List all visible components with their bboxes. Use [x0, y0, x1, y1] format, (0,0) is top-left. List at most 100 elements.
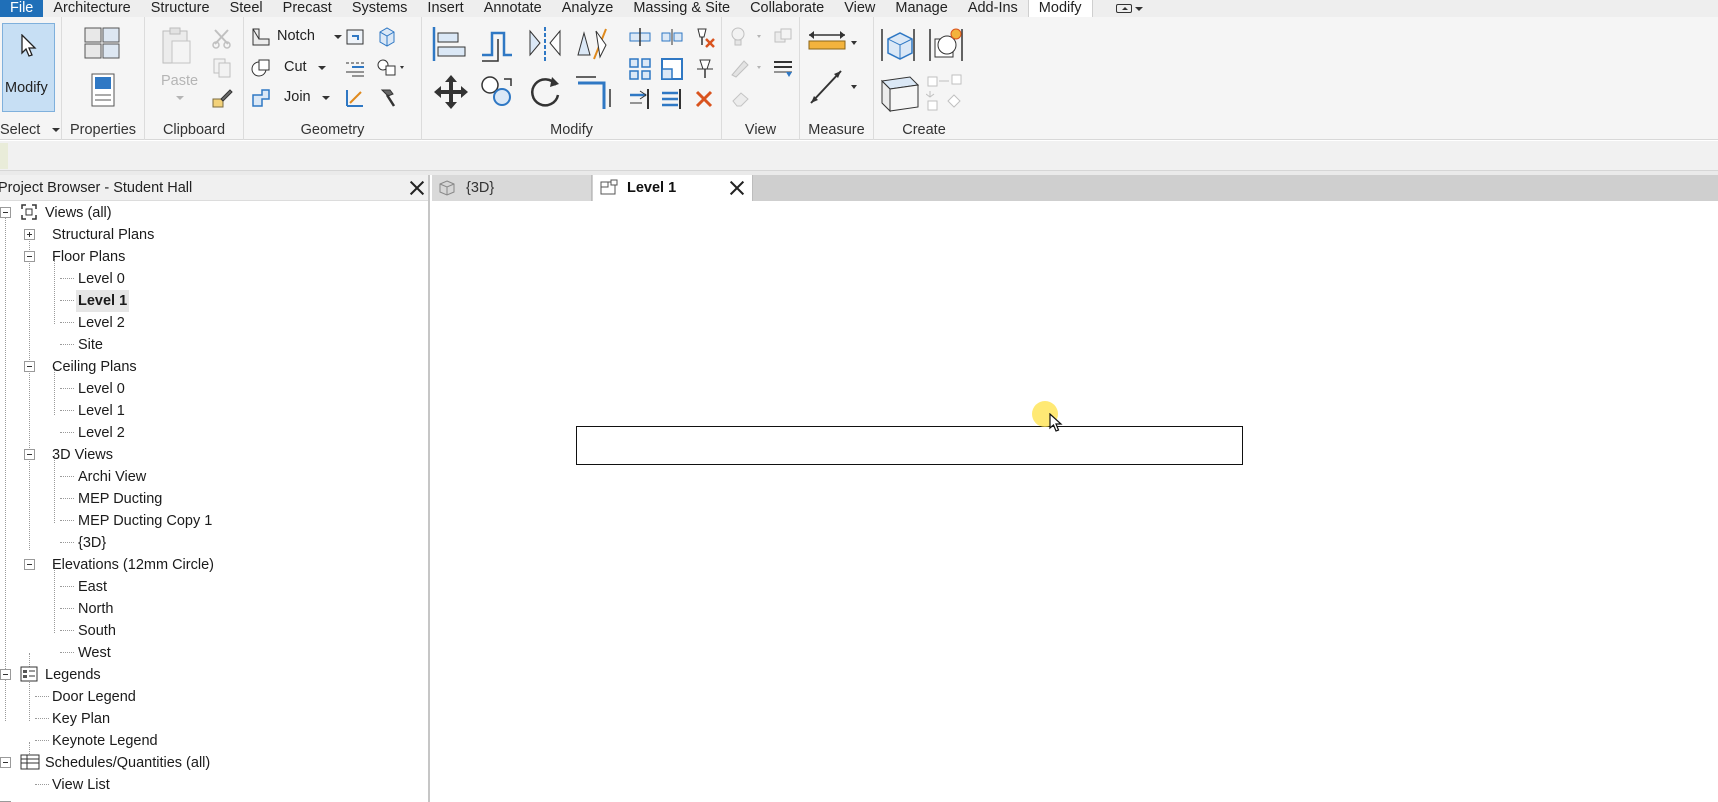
mirror-draw-axis-icon[interactable]: [574, 25, 612, 63]
collapse-toggle[interactable]: [24, 251, 35, 262]
paste-icon[interactable]: [160, 27, 194, 67]
create-similar-icon[interactable]: [926, 25, 966, 65]
rotate-icon[interactable]: [526, 73, 564, 111]
collapse-toggle[interactable]: [24, 449, 35, 460]
aligned-dimension-icon[interactable]: [807, 67, 857, 107]
tab-3d-view[interactable]: {3D}: [432, 175, 592, 201]
tree-ceiling-level-1[interactable]: Level 1: [78, 400, 125, 422]
cut-geometry-button[interactable]: Cut: [250, 57, 336, 79]
copy-element-icon[interactable]: [478, 73, 516, 111]
align-icon[interactable]: [430, 25, 468, 63]
tree-legends[interactable]: Legends: [45, 664, 101, 686]
tree-floor-plans[interactable]: Floor Plans: [52, 246, 125, 268]
unpin-icon[interactable]: [692, 25, 716, 49]
collapse-toggle[interactable]: [0, 669, 11, 680]
tab-manage[interactable]: Manage: [885, 0, 957, 17]
modify-button[interactable]: Modify: [2, 23, 55, 112]
tree-3d-views[interactable]: 3D Views: [52, 444, 113, 466]
tree-view-list[interactable]: View List: [52, 774, 110, 796]
array-icon[interactable]: [628, 57, 652, 81]
tree-ceiling-level-2[interactable]: Level 2: [78, 422, 125, 444]
paint-icon[interactable]: [376, 57, 406, 79]
tree-mep-ducting[interactable]: MEP Ducting: [78, 488, 162, 510]
tab-view[interactable]: View: [834, 0, 885, 17]
tree-floor-level-0[interactable]: Level 0: [78, 268, 125, 290]
create-assembly-icon[interactable]: [878, 25, 918, 65]
tab-collaborate[interactable]: Collaborate: [740, 0, 834, 17]
tree-structural-plans[interactable]: Structural Plans: [52, 224, 154, 246]
linework-view-icon[interactable]: [772, 57, 794, 79]
tab-annotate[interactable]: Annotate: [474, 0, 552, 17]
tab-massing-site[interactable]: Massing & Site: [623, 0, 740, 17]
eraser-icon[interactable]: [729, 87, 751, 109]
tree-schedules[interactable]: Schedules/Quantities (all): [45, 752, 210, 774]
select-dropdown[interactable]: Select: [0, 122, 61, 138]
notch-button[interactable]: Notch: [250, 26, 342, 48]
cut-icon[interactable]: [211, 27, 233, 49]
copy-icon[interactable]: [211, 57, 233, 79]
options-bar-grip[interactable]: [0, 143, 8, 169]
tab-analyze[interactable]: Analyze: [552, 0, 624, 17]
tree-ceiling-level-0[interactable]: Level 0: [78, 378, 125, 400]
tree-south[interactable]: South: [78, 620, 116, 642]
tab-steel[interactable]: Steel: [220, 0, 273, 17]
tab-architecture[interactable]: Architecture: [43, 0, 140, 17]
scale-icon[interactable]: [660, 57, 684, 81]
tree-keynote-legend[interactable]: Keynote Legend: [52, 730, 158, 752]
split-element-icon[interactable]: [628, 25, 652, 49]
type-properties-icon[interactable]: [82, 25, 122, 61]
create-parts-icon[interactable]: [878, 73, 922, 113]
tab-precast[interactable]: Precast: [273, 0, 342, 17]
tree-north[interactable]: North: [78, 598, 113, 620]
delete-icon[interactable]: [692, 87, 716, 111]
tree-mep-ducting-copy[interactable]: MEP Ducting Copy 1: [78, 510, 212, 532]
collapse-toggle[interactable]: [0, 757, 11, 768]
demolish-hammer-icon[interactable]: [376, 87, 398, 109]
wall-element[interactable]: [576, 426, 1243, 465]
tab-level-1[interactable]: Level 1: [593, 175, 753, 201]
trim-extend-multiple-icon[interactable]: [660, 87, 684, 111]
join-button[interactable]: Join: [250, 87, 336, 109]
trim-extend-single-icon[interactable]: [628, 87, 652, 111]
tree-key-plan[interactable]: Key Plan: [52, 708, 110, 730]
hide-element-icon[interactable]: [772, 26, 794, 48]
wall-joins-icon[interactable]: [344, 26, 366, 48]
close-icon[interactable]: [729, 180, 745, 196]
expand-toggle[interactable]: [24, 229, 35, 240]
split-with-gap-icon[interactable]: [660, 25, 684, 49]
tab-insert[interactable]: Insert: [417, 0, 473, 17]
move-icon[interactable]: [432, 73, 470, 111]
collapse-toggle[interactable]: [24, 361, 35, 372]
split-face-icon[interactable]: [344, 57, 366, 79]
tab-add-ins[interactable]: Add-Ins: [958, 0, 1028, 17]
tree-views-all[interactable]: Views (all): [45, 202, 112, 224]
collapse-toggle[interactable]: [24, 559, 35, 570]
tree-west[interactable]: West: [78, 642, 111, 664]
tree-view-3d[interactable]: {3D}: [78, 532, 106, 554]
tree-east[interactable]: East: [78, 576, 107, 598]
minimize-ribbon-button[interactable]: [1113, 2, 1147, 16]
offset-icon[interactable]: [478, 25, 516, 63]
tree-floor-site[interactable]: Site: [78, 334, 103, 356]
measure-between-icon[interactable]: [807, 27, 857, 53]
trim-extend-corner-icon[interactable]: [574, 73, 612, 111]
file-menu[interactable]: File: [0, 0, 44, 17]
tree-elevations[interactable]: Elevations (12mm Circle): [52, 554, 214, 576]
divide-parts-icon[interactable]: [926, 73, 966, 113]
properties-icon[interactable]: [90, 72, 116, 108]
shape-handles-icon[interactable]: [376, 26, 398, 48]
tree-floor-level-1[interactable]: Level 1: [76, 290, 130, 312]
close-icon[interactable]: [409, 180, 425, 196]
override-graphics-icon[interactable]: [729, 57, 765, 79]
drawing-canvas[interactable]: [432, 201, 1718, 802]
match-properties-icon[interactable]: [211, 87, 233, 109]
tab-systems[interactable]: Systems: [342, 0, 418, 17]
lightbulb-icon[interactable]: [729, 26, 765, 48]
tree-door-legend[interactable]: Door Legend: [52, 686, 136, 708]
mirror-axis-icon[interactable]: [526, 25, 564, 63]
tab-structure[interactable]: Structure: [141, 0, 220, 17]
tree-ceiling-plans[interactable]: Ceiling Plans: [52, 356, 137, 378]
linework-icon[interactable]: [344, 87, 366, 109]
tree-floor-level-2[interactable]: Level 2: [78, 312, 125, 334]
pin-icon[interactable]: [692, 57, 716, 81]
